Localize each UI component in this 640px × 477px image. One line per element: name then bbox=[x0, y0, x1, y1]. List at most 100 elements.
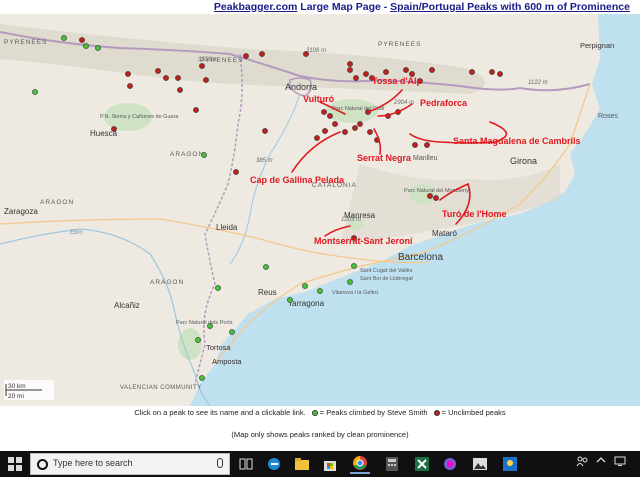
unclimbed-peak-marker[interactable] bbox=[424, 142, 430, 148]
climbed-peak-marker[interactable] bbox=[195, 337, 201, 343]
label-andorra: Andorra bbox=[285, 82, 317, 92]
search-icon bbox=[37, 459, 48, 470]
windows-start-icon[interactable] bbox=[8, 457, 22, 471]
climbed-peak-marker[interactable] bbox=[317, 288, 323, 294]
climbed-peak-marker[interactable] bbox=[83, 43, 89, 49]
unclimbed-peak-marker[interactable] bbox=[357, 121, 363, 127]
unclimbed-peak-marker[interactable] bbox=[353, 75, 359, 81]
label-ports: Parc Natural dels Ports bbox=[176, 320, 233, 326]
unclimbed-peak-marker[interactable] bbox=[199, 63, 205, 69]
task-view-icon[interactable] bbox=[236, 454, 256, 474]
unclimbed-peak-marker[interactable] bbox=[367, 129, 373, 135]
climbed-peak-marker[interactable] bbox=[229, 329, 235, 335]
unclimbed-peak-marker[interactable] bbox=[79, 37, 85, 43]
chrome-icon[interactable] bbox=[350, 454, 370, 474]
chevron-up-icon[interactable] bbox=[596, 455, 606, 468]
instruction-text: Click on a peak to see its name and a cl… bbox=[134, 408, 306, 417]
scale-bar: 30 km 20 mi bbox=[4, 380, 54, 400]
taskbar-search-box[interactable]: Type here to search bbox=[30, 453, 230, 475]
unclimbed-peak-marker[interactable] bbox=[111, 126, 117, 132]
photos-icon[interactable] bbox=[440, 454, 460, 474]
climbed-peak-marker[interactable] bbox=[351, 263, 357, 269]
unclimbed-peak-marker[interactable] bbox=[125, 71, 131, 77]
park-montseny bbox=[409, 184, 437, 204]
network-icon[interactable] bbox=[614, 455, 628, 470]
scale-mi: 20 mi bbox=[8, 393, 24, 400]
unclimbed-peak-marker[interactable] bbox=[403, 67, 409, 73]
label-sant-cugat: Sant Cugat del Vallès bbox=[360, 268, 413, 274]
unclimbed-peak-marker[interactable] bbox=[259, 51, 265, 57]
unclimbed-peak-marker[interactable] bbox=[203, 77, 209, 83]
climbed-peak-marker[interactable] bbox=[302, 283, 308, 289]
climbed-peak-marker[interactable] bbox=[287, 297, 293, 303]
label-sierra-guara: P.N. Sierra y Cañones de Guara bbox=[100, 114, 179, 120]
annotation-tossa-dalp: Tossa d'Alp bbox=[372, 76, 422, 86]
unclimbed-peak-marker[interactable] bbox=[427, 193, 433, 199]
unclimbed-peak-marker[interactable] bbox=[497, 71, 503, 77]
unclimbed-peak-marker[interactable] bbox=[469, 69, 475, 75]
image-viewer-icon[interactable] bbox=[470, 454, 490, 474]
store-icon[interactable] bbox=[320, 454, 340, 474]
unclimbed-peak-marker[interactable] bbox=[262, 128, 268, 134]
unclimbed-peak-marker[interactable] bbox=[233, 169, 239, 175]
peakbagger-home-link[interactable]: Peakbagger.com bbox=[214, 1, 297, 13]
unclimbed-peak-marker[interactable] bbox=[433, 195, 439, 201]
annotation-montserrat: Montserrat-Sant Jeroni bbox=[314, 236, 413, 246]
map-view[interactable]: PYRENEES PYRENEES PYRENEES Andorra Perpi… bbox=[0, 14, 640, 406]
label-tarragona: Tarragona bbox=[288, 299, 325, 308]
label-reus: Reus bbox=[258, 288, 277, 297]
weather-icon[interactable] bbox=[500, 454, 520, 474]
climbed-peak-marker[interactable] bbox=[61, 35, 67, 41]
unclimbed-peak-marker[interactable] bbox=[243, 53, 249, 59]
unclimbed-legend-dot bbox=[433, 410, 440, 417]
unclimbed-peak-marker[interactable] bbox=[193, 107, 199, 113]
unclimbed-peak-marker[interactable] bbox=[303, 51, 309, 57]
header-middle-text: Large Map Page - bbox=[297, 1, 391, 13]
edge-icon[interactable] bbox=[264, 454, 284, 474]
annotation-pedraforca: Pedraforca bbox=[420, 98, 468, 108]
annotation-santa-magdalena: Santa Magdalena de Cambrils bbox=[453, 136, 581, 146]
prominence-note: (Map only shows peaks ranked by clean pr… bbox=[231, 430, 409, 439]
unclimbed-peak-marker[interactable] bbox=[352, 125, 358, 131]
unclimbed-peak-marker[interactable] bbox=[163, 75, 169, 81]
annotation-vulturo: Vulturó bbox=[303, 94, 335, 104]
unclimbed-peak-marker[interactable] bbox=[314, 135, 320, 141]
peak-list-link[interactable]: Spain/Portugal Peaks with 600 m of Promi… bbox=[390, 1, 630, 13]
calculator-icon[interactable] bbox=[382, 454, 402, 474]
climbed-peak-marker[interactable] bbox=[207, 323, 213, 329]
label-sant-boi: Sant Boi de Llobregat bbox=[360, 276, 413, 282]
unclimbed-peak-marker[interactable] bbox=[332, 121, 338, 127]
unclimbed-peak-marker[interactable] bbox=[412, 142, 418, 148]
map-canvas[interactable]: PYRENEES PYRENEES PYRENEES Andorra Perpi… bbox=[0, 14, 640, 406]
climbed-peak-marker[interactable] bbox=[201, 152, 207, 158]
climbed-peak-marker[interactable] bbox=[32, 89, 38, 95]
unclimbed-peak-marker[interactable] bbox=[321, 109, 327, 115]
unclimbed-peak-marker[interactable] bbox=[127, 83, 133, 89]
excel-icon[interactable] bbox=[412, 454, 432, 474]
unclimbed-peak-marker[interactable] bbox=[177, 87, 183, 93]
label-vilanova: Vilanova i la Geltrú bbox=[332, 290, 378, 296]
ebro-river bbox=[0, 228, 211, 406]
unclimbed-peak-marker[interactable] bbox=[175, 75, 181, 81]
unclimbed-peak-marker[interactable] bbox=[347, 61, 353, 67]
annotation-cap-de-gallina: Cap de Gallina Pelada bbox=[250, 175, 345, 185]
file-explorer-icon[interactable] bbox=[292, 454, 312, 474]
unclimbed-peak-marker[interactable] bbox=[327, 113, 333, 119]
people-icon[interactable] bbox=[576, 455, 588, 470]
unclimbed-peak-marker[interactable] bbox=[347, 67, 353, 73]
unclimbed-peak-marker[interactable] bbox=[322, 128, 328, 134]
climbed-peak-marker[interactable] bbox=[263, 264, 269, 270]
microphone-icon[interactable] bbox=[217, 458, 223, 468]
label-girona: Girona bbox=[510, 156, 537, 166]
unclimbed-peak-marker[interactable] bbox=[363, 71, 369, 77]
unclimbed-peak-marker[interactable] bbox=[383, 69, 389, 75]
unclimbed-peak-marker[interactable] bbox=[489, 69, 495, 75]
unclimbed-peak-marker[interactable] bbox=[429, 67, 435, 73]
climbed-peak-marker[interactable] bbox=[95, 45, 101, 51]
unclimbed-peak-marker[interactable] bbox=[155, 68, 161, 74]
elev-pyr: 3106 m bbox=[306, 48, 326, 54]
climbed-peak-marker[interactable] bbox=[199, 375, 205, 381]
unclimbed-peak-marker[interactable] bbox=[342, 129, 348, 135]
climbed-peak-marker[interactable] bbox=[347, 279, 353, 285]
climbed-peak-marker[interactable] bbox=[215, 285, 221, 291]
